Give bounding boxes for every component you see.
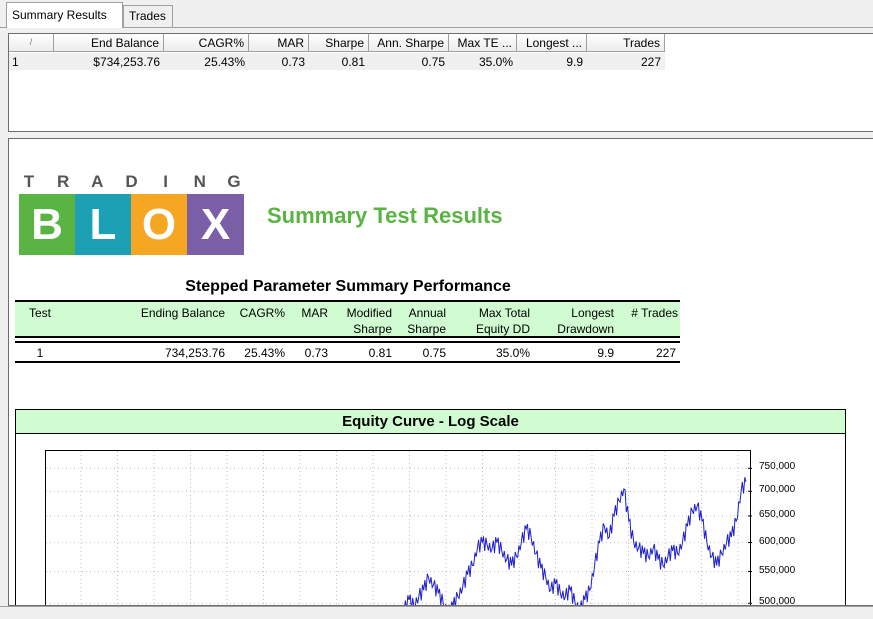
y-tick-label: 500,000 [759, 596, 796, 606]
th-modified-sharpe: Modified Sharpe [346, 306, 392, 336]
performance-table-header: Test Ending Balance CAGR% MAR Modified Sh… [15, 300, 680, 338]
th-ending-balance: Ending Balance [140, 306, 225, 320]
col-header-ann-sharpe[interactable]: Ann. Sharpe [369, 34, 449, 52]
page-title: Summary Test Results [267, 203, 503, 228]
cell-test: 1 [12, 55, 19, 69]
th-mar: MAR [301, 306, 328, 320]
equity-series-line [404, 477, 747, 605]
logo-block: B [19, 194, 75, 255]
col-header-sharpe[interactable]: Sharpe [309, 34, 369, 52]
td-modified-sharpe: 0.81 [368, 346, 392, 360]
logo-letter: G [227, 172, 241, 191]
status-bar [0, 606, 873, 619]
chart-title: Equity Curve - Log Scale [16, 410, 845, 434]
th-cagr: CAGR% [239, 306, 285, 320]
td-test: 1 [36, 346, 44, 360]
logo-letter: N [193, 172, 206, 191]
cell-longest: 9.9 [566, 55, 583, 69]
results-grid[interactable]: / End Balance CAGR% MAR Sharpe Ann. Shar… [8, 33, 873, 132]
col-header-end-balance[interactable]: End Balance [54, 34, 164, 52]
logo-letter: R [57, 172, 70, 191]
tab-bar: Summary Results Trades [0, 0, 873, 28]
td-trades: 227 [655, 346, 676, 360]
trading-blox-logo: T R A D I N G B L O X [19, 172, 244, 257]
report-view[interactable]: T R A D I N G B L O X Summary Test Resul… [8, 138, 873, 606]
td-max-total-equity-dd: 35.0% [495, 346, 530, 360]
logo-blocks: B L O X [19, 194, 244, 255]
logo-block: L [75, 194, 131, 255]
th-annual-sharpe: Annual Sharpe [407, 306, 446, 336]
y-tick-label: 750,000 [759, 461, 796, 473]
td-annual-sharpe: 0.75 [422, 346, 446, 360]
cell-max-te: 35.0% [478, 55, 513, 69]
logo-block: O [131, 194, 187, 255]
th-test: Test [28, 306, 51, 320]
logo-block: X [187, 194, 244, 255]
app-window: Summary Results Trades / End Balance CAG… [0, 0, 873, 619]
logo-letter: I [163, 172, 168, 191]
th-max-total-equity-dd: Max Total Equity DD [475, 306, 530, 336]
col-header-max-te[interactable]: Max TE ... [449, 34, 517, 52]
col-header-mar[interactable]: MAR [249, 34, 309, 52]
table-row: 1 734,253.76 25.43% 0.73 0.81 0.75 35.0%… [15, 341, 680, 363]
cell-cagr: 25.43% [204, 55, 245, 69]
logo-wordmark: T R A D I N G [19, 172, 244, 191]
col-header-longest[interactable]: Longest ... [517, 34, 587, 52]
performance-table: Test Ending Balance CAGR% MAR Modified Sh… [15, 300, 680, 363]
logo-letter: T [23, 172, 35, 191]
sort-indicator-header[interactable]: / [9, 34, 54, 52]
cell-end-balance: $734,253.76 [93, 55, 160, 69]
cell-trades: 227 [640, 55, 661, 69]
grid-header: / End Balance CAGR% MAR Sharpe Ann. Shar… [9, 34, 665, 52]
td-ending-balance: 734,253.76 [164, 346, 225, 360]
col-header-trades[interactable]: Trades [587, 34, 665, 52]
tab-divider [0, 27, 873, 28]
cell-sharpe: 0.81 [341, 55, 365, 69]
table-caption: Stepped Parameter Summary Performance [185, 278, 511, 295]
cell-ann-sharpe: 0.75 [421, 55, 445, 69]
table-row[interactable]: 1 $734,253.76 25.43% 0.73 0.81 0.75 35.0… [9, 53, 665, 70]
equity-plot-svg [46, 451, 752, 605]
col-header-cagr[interactable]: CAGR% [164, 34, 249, 52]
logo-letter: D [125, 172, 138, 191]
y-tick-label: 600,000 [759, 535, 796, 547]
tab-summary-results[interactable]: Summary Results [6, 2, 123, 28]
y-tick-label: 650,000 [759, 508, 796, 520]
th-longest-drawdown: Longest Drawdown [557, 306, 614, 336]
tab-trades[interactable]: Trades [123, 5, 173, 27]
td-mar: 0.73 [304, 346, 328, 360]
equity-curve-chart: Equity Curve - Log Scale 750,000 700,000 6… [15, 409, 846, 606]
th-trades: # Trades [631, 306, 678, 320]
y-tick-label: 550,000 [759, 564, 796, 576]
td-longest-drawdown: 9.9 [597, 346, 614, 360]
td-cagr: 25.43% [244, 346, 285, 360]
logo-letter: A [91, 172, 104, 191]
plot-area [45, 450, 752, 605]
y-tick-label: 700,000 [759, 484, 796, 496]
cell-mar: 0.73 [281, 55, 305, 69]
